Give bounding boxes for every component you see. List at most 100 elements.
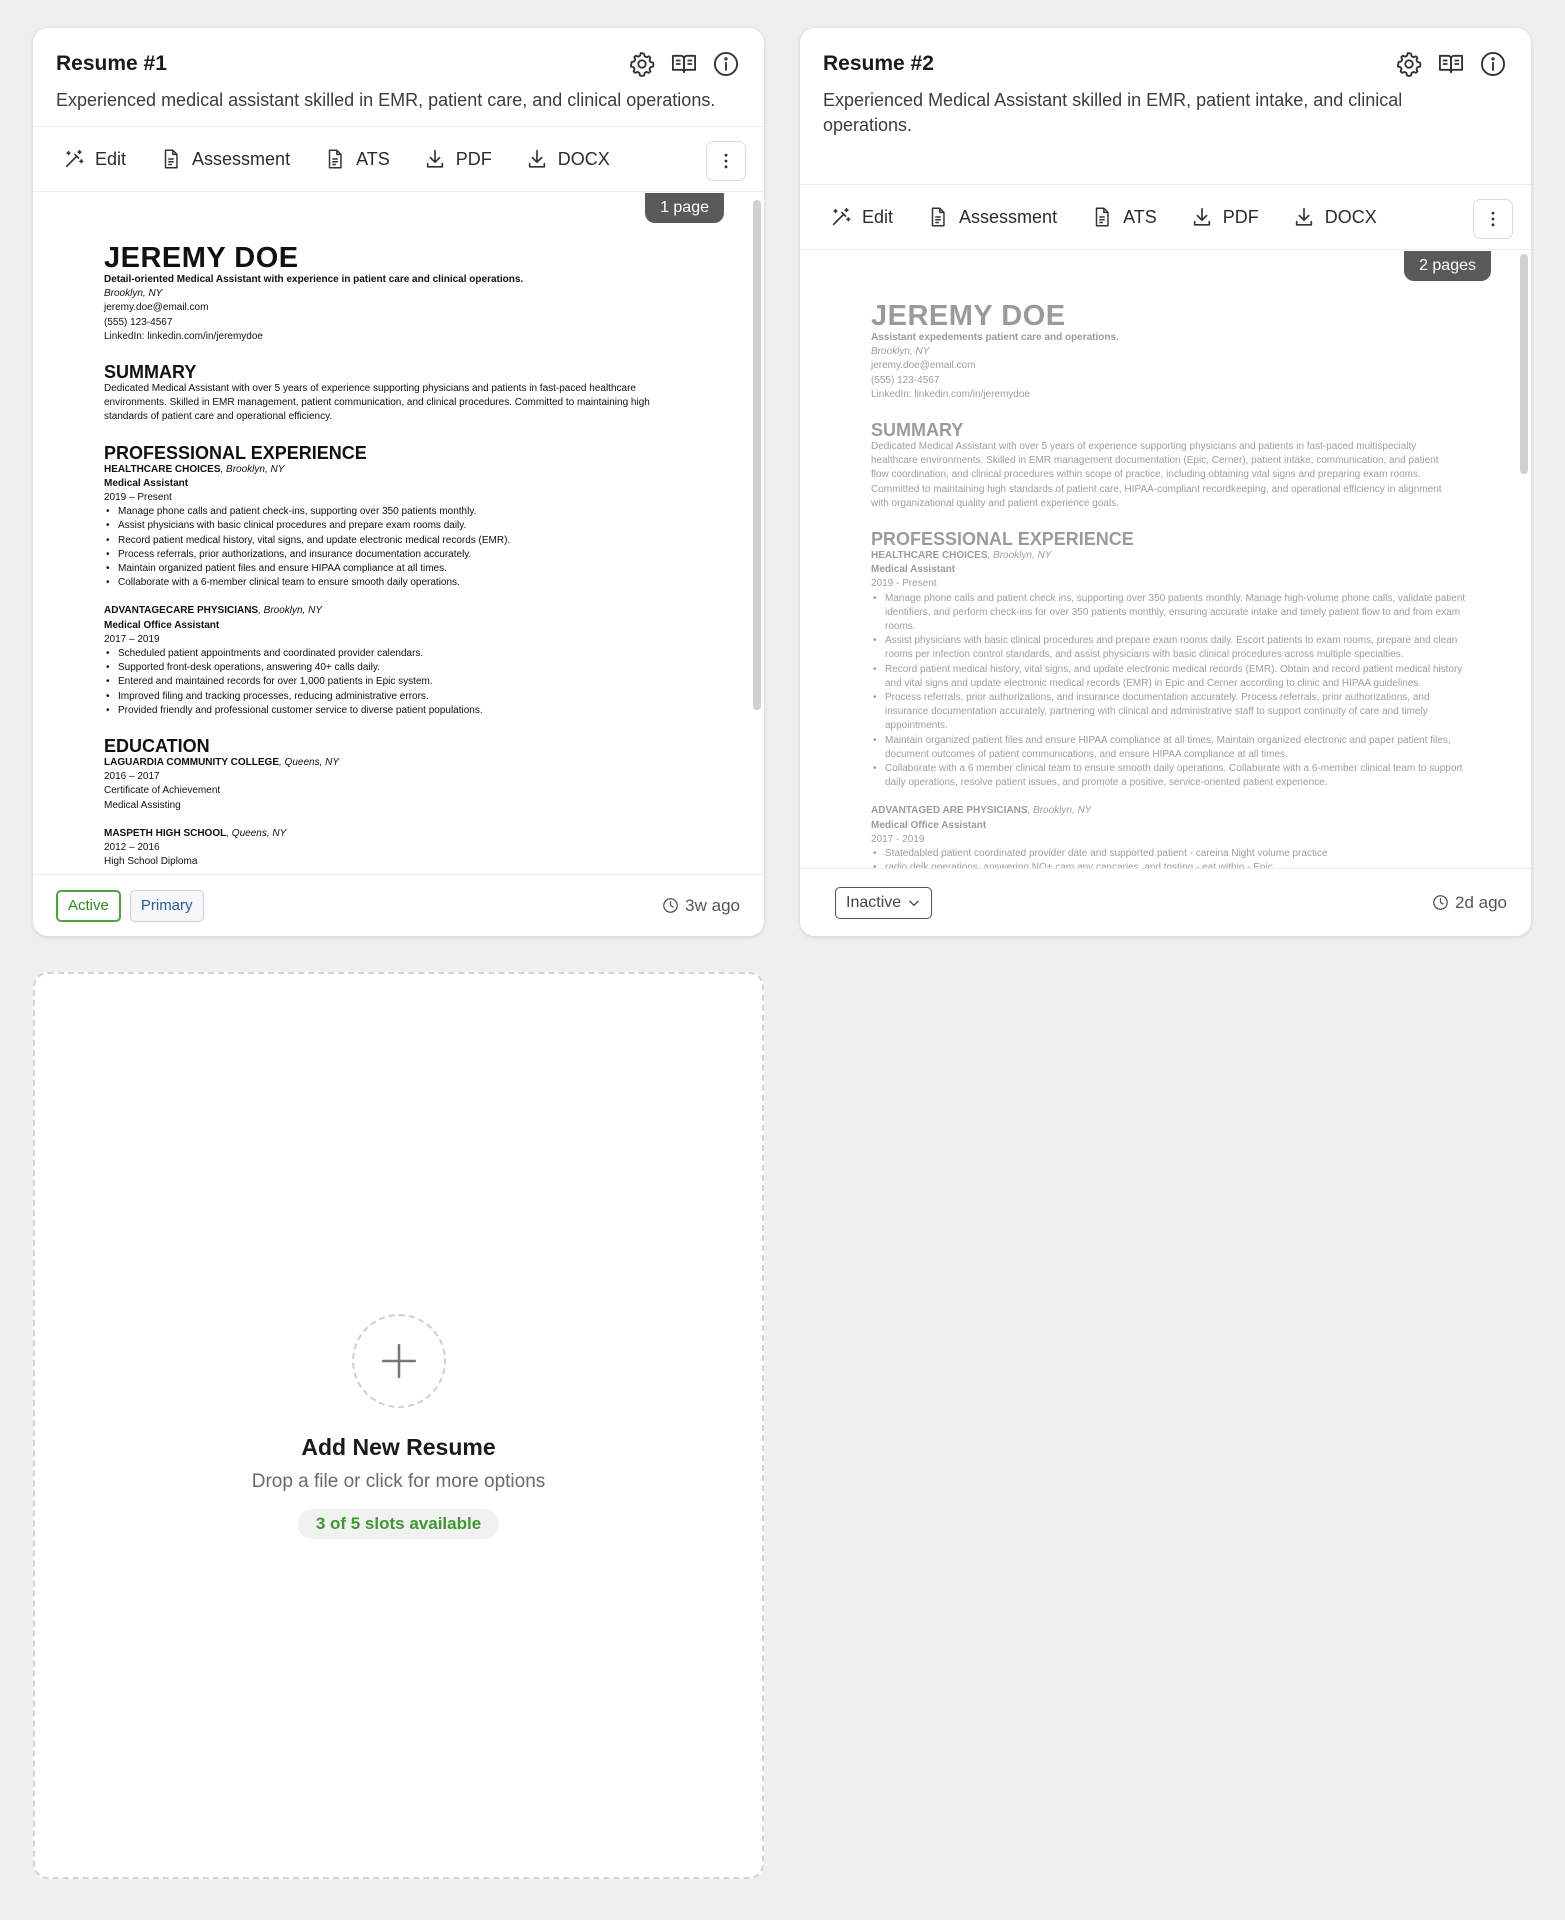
add-new-content: Add New Resume Drop a file or click for … [35,1314,762,1539]
info-icon[interactable] [712,50,740,78]
doc-job-bullet: Maintain organized patient files and ens… [871,734,1471,762]
doc-email: jeremy.doe@email.com [871,360,976,372]
add-resume-button[interactable] [351,1314,446,1408]
pdf-download-button[interactable]: PDF [1191,200,1259,234]
doc-job-bullet: Record patient medical history, vital si… [104,534,704,548]
document-icon [927,206,949,228]
plus-icon [380,1342,418,1380]
preview-scrollbar[interactable] [753,200,761,710]
doc-school: LAGUARDIA COMMUNITY COLLEGE, Queens, NY 2… [104,756,704,813]
gear-icon[interactable] [628,50,656,78]
status-badge[interactable]: Active [56,889,121,922]
doc-schools: LAGUARDIA COMMUNITY COLLEGE, Queens, NY 2… [104,756,704,869]
assessment-label: Assessment [959,206,1058,227]
ats-button[interactable]: ATS [324,142,390,176]
edit-button[interactable]: Edit [63,142,126,176]
last-updated: 2d ago [1432,893,1507,913]
doc-linkedin: LinkedIn: linkedin.com/in/jeremydoe [104,330,263,342]
doc-summary-heading: SUMMARY [104,362,197,383]
time-ago-text: 3w ago [685,895,740,915]
doc-job-bullet: Improved filing and tracking processes, … [104,690,704,704]
doc-job: ADVANTAGED ARE PHYSICIANS, Brooklyn, NY M… [871,804,1471,868]
more-vertical-icon [716,151,736,171]
more-options-button[interactable] [706,141,746,181]
doc-experience-heading: PROFESSIONAL EXPERIENCE [871,529,1134,550]
info-icon[interactable] [1479,50,1507,78]
doc-job-bullet: Statedabled patient coordinated provider… [871,847,1471,861]
resume-preview[interactable]: 1 page JEREMY DOE Detail-oriented Medica… [33,193,750,874]
doc-job-bullet: Collaborate with a 6-member clinical tea… [104,576,704,590]
scrollbar-thumb[interactable] [1520,254,1528,474]
docx-label: DOCX [557,148,610,169]
document-icon [324,148,346,170]
resume-card-1[interactable]: Resume #1 Experienced medical assistant … [33,28,764,936]
resume-preview[interactable]: 2 pages JEREMY DOE Assistant expedements… [800,251,1517,868]
docx-download-button[interactable]: DOCX [1293,200,1377,234]
doc-job: ADVANTAGECARE PHYSICIANS, Brooklyn, NY Me… [104,604,704,718]
edit-label: Edit [862,206,894,227]
status-label: Inactive [846,893,902,911]
doc-name: JEREMY DOE [104,242,299,274]
doc-linkedin: LinkedIn: linkedin.com/in/jeremydoe [871,388,1030,400]
ats-button[interactable]: ATS [1091,200,1157,234]
add-new-resume-dropzone[interactable]: Add New Resume Drop a file or click for … [33,972,764,1879]
assessment-button[interactable]: Assessment [160,142,290,176]
doc-school-line: Medical Assisting [104,799,181,811]
doc-job-location: , Brooklyn, NY [258,605,323,617]
doc-phone: (555) 123-4567 [871,374,940,386]
pdf-download-button[interactable]: PDF [424,142,492,176]
page-count-badge: 1 page [645,193,724,223]
doc-job-bullet: Supported front-desk operations, answeri… [104,661,704,675]
doc-job-bullet: Entered and maintained records for over … [104,675,704,689]
primary-badge: Primary [129,889,204,922]
doc-job-bullets: Statedabled patient coordinated provider… [871,847,1471,868]
docx-download-button[interactable]: DOCX [526,142,610,176]
edit-button[interactable]: Edit [830,200,893,234]
more-vertical-icon [1483,209,1503,229]
card-header-actions [1395,50,1507,78]
doc-job-bullet: Record patient medical history, vital si… [871,663,1471,691]
document-icon [1091,206,1113,228]
gear-icon[interactable] [1395,50,1423,78]
book-icon[interactable] [670,50,698,78]
doc-job: HEALTHCARE CHOICES, Brooklyn, NY Medical … [871,549,1471,790]
scrollbar-thumb[interactable] [753,200,761,710]
doc-job-bullet: Process referrals, prior authorizations,… [871,691,1471,734]
doc-job-bullet: Manage phone calls and patient check ins… [871,592,1471,635]
doc-email: jeremy.doe@email.com [104,302,209,314]
last-updated: 3w ago [662,896,740,916]
status-dropdown[interactable]: Inactive [835,886,933,919]
doc-education-heading: EDUCATION [104,736,210,757]
book-icon[interactable] [1437,50,1465,78]
doc-name: JEREMY DOE [871,300,1066,332]
download-icon [424,148,446,170]
doc-job-bullet: Collaborate with a 6 member clinical tea… [871,762,1471,790]
more-options-button[interactable] [1473,199,1513,239]
resume-description: Experienced medical assistant skilled in… [56,90,716,110]
doc-school-line: 2016 – 2017 [104,771,160,783]
doc-job-bullet: Provided friendly and professional custo… [104,704,704,718]
doc-job-bullets: Manage phone calls and patient check-ins… [104,505,704,590]
doc-job-dates: 2019 – Present [104,492,172,504]
ats-label: ATS [1123,206,1157,227]
doc-jobs: HEALTHCARE CHOICES, Brooklyn, NY Medical … [871,549,1471,868]
doc-job-location: , Brooklyn, NY [1027,805,1092,817]
doc-school-name: MASPETH HIGH SCHOOL [104,827,227,839]
doc-job-org: ADVANTAGECARE PHYSICIANS, Brooklyn, NY [104,604,704,618]
slots-available-badge: 3 of 5 slots available [297,1509,500,1539]
preview-scrollbar[interactable] [1520,254,1528,474]
doc-jobs: HEALTHCARE CHOICES, Brooklyn, NY Medical … [104,463,704,719]
resume-card-2[interactable]: Resume #2 Experienced Medical Assistant … [800,28,1531,936]
doc-summary-heading: SUMMARY [871,420,964,441]
resume-description: Experienced Medical Assistant skilled in… [823,90,1403,135]
page-count-badge: 2 pages [1404,251,1491,281]
pdf-label: PDF [455,148,492,169]
assessment-button[interactable]: Assessment [927,200,1057,234]
card-header: Resume #2 Experienced Medical Assistant … [800,28,1531,138]
clock-icon [662,897,679,914]
doc-job-bullets: Scheduled patient appointments and coord… [104,647,704,718]
doc-summary: Dedicated Medical Assistant with over 5 … [104,383,650,423]
magic-wand-icon [830,206,852,228]
doc-job-org-name: ADVANTAGECARE PHYSICIANS [104,605,259,617]
doc-job-location: , Brooklyn, NY [220,463,285,475]
